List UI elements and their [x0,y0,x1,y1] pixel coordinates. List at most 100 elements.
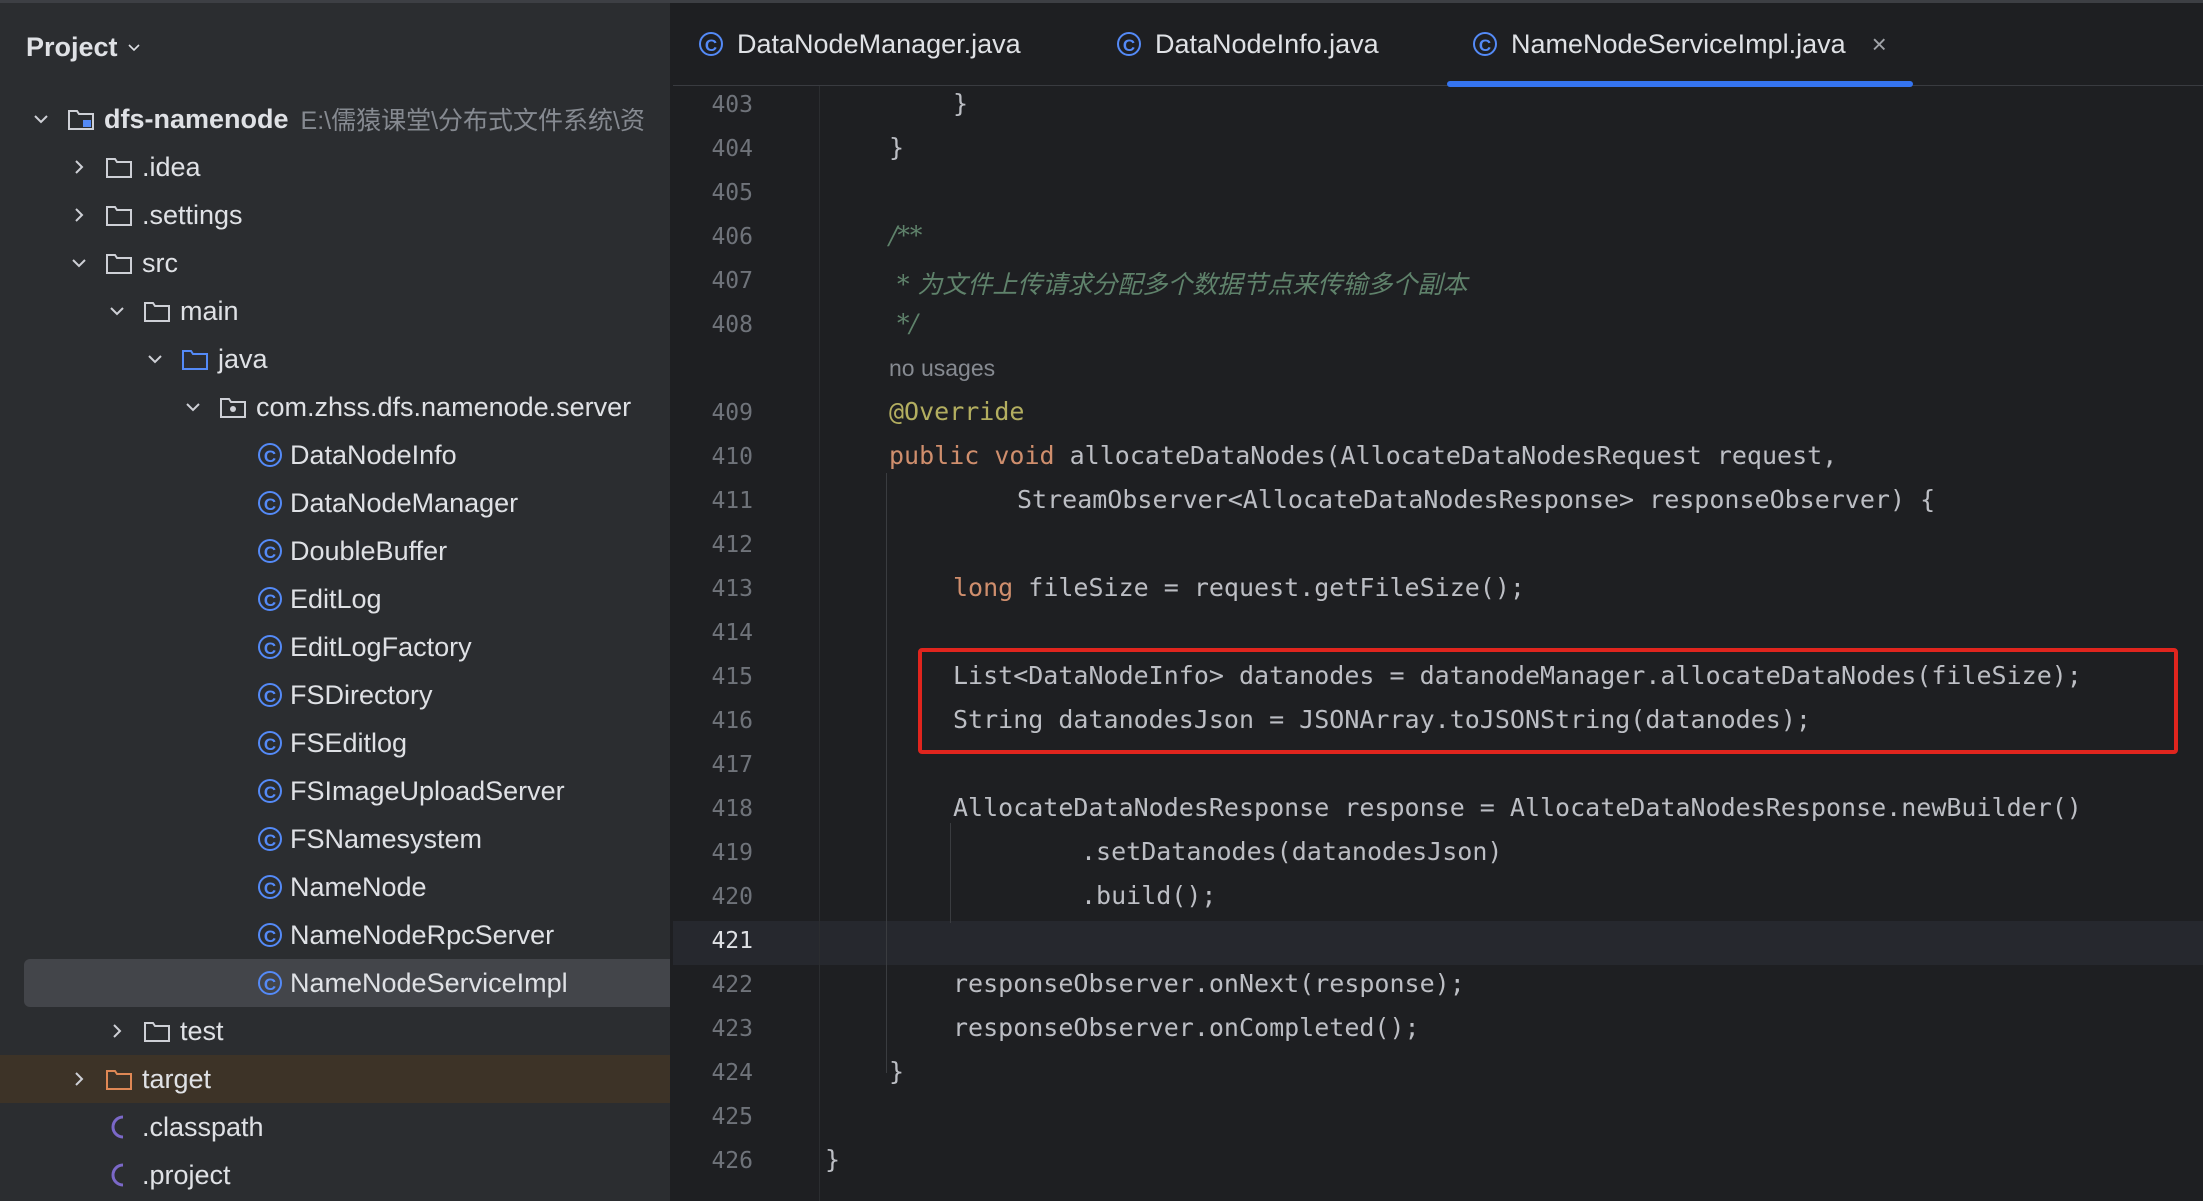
code-line[interactable]: } [889,133,904,162]
class-icon: C [258,971,282,995]
line-number: 412 [711,532,753,558]
line-number: 404 [711,136,753,162]
line-number: 424 [711,1060,753,1086]
tree-item-label: FSNamesystem [290,823,483,854]
class-icon: C [1473,32,1497,56]
tree-item-class-selected[interactable]: C NameNodeServiceImpl [0,959,670,1007]
tree-item-settings[interactable]: .settings [0,191,670,239]
class-icon: C [699,32,723,56]
line-number: 407 [711,268,753,294]
class-icon: C [1117,32,1141,56]
excluded-folder-icon [104,1066,134,1092]
tree-item-class[interactable]: C FSDirectory [0,671,670,719]
comment-line[interactable]: * 为文件上传请求分配多个数据节点来传输多个副本 [889,265,1467,301]
folder-icon [142,1018,172,1044]
code-line[interactable]: responseObserver.onCompleted(); [953,1013,1420,1042]
chevron-right-icon[interactable] [68,204,90,226]
editor-tabs: C DataNodeManager.java C DataNodeInfo.ja… [673,3,2203,87]
class-icon: C [258,587,282,611]
line-number: 409 [711,400,753,426]
tree-item-label: DataNodeManager [290,487,519,518]
line-number: 417 [711,752,753,778]
line-number: 426 [711,1148,753,1174]
class-icon: C [258,731,282,755]
tree-item-main[interactable]: main [0,287,670,335]
chevron-right-icon[interactable] [106,1020,128,1042]
tree-item-label: DoubleBuffer [290,535,448,566]
tree-item-label: target [142,1063,212,1094]
tree-item-class[interactable]: C DataNodeManager [0,479,670,527]
eclipse-file-icon [104,1162,134,1188]
close-icon[interactable]: × [1872,29,1887,60]
indent-guide [886,473,887,1073]
chevron-down-icon[interactable] [182,396,204,418]
tree-item-class[interactable]: C EditLogFactory [0,623,670,671]
class-icon: C [258,827,282,851]
line-number: 405 [711,180,753,206]
tab-datanodemanager[interactable]: C DataNodeManager.java [699,3,1021,85]
chevron-down-icon[interactable] [68,252,90,274]
class-icon: C [258,491,282,515]
comment-line[interactable]: */ [889,309,918,338]
tree-item-idea[interactable]: .idea [0,143,670,191]
line-number: 414 [711,620,753,646]
tab-label: DataNodeInfo.java [1155,28,1379,59]
line-number: 422 [711,972,753,998]
tree-item-class[interactable]: C DataNodeInfo [0,431,670,479]
module-path-hint: E:\儒猿课堂\分布式文件系统\资 [300,107,645,135]
code-line[interactable]: AllocateDataNodesResponse response = All… [953,793,2082,822]
tab-namenodeserviceimpl[interactable]: C NameNodeServiceImpl.java × [1447,3,1913,87]
eclipse-file-icon [104,1114,134,1140]
line-number-gutter: 403 404 405 406 407 408 409 410 411 412 … [673,86,819,1201]
code-line[interactable]: } [889,1057,904,1086]
method-signature-line[interactable]: public void allocateDataNodes(AllocateDa… [889,441,1837,470]
line-number: 411 [711,488,753,514]
line-number: 408 [711,312,753,338]
class-icon: C [258,923,282,947]
project-view-selector[interactable]: Project [26,27,140,67]
code-line[interactable]: } [825,1145,840,1174]
tree-item-class[interactable]: C FSImageUploadServer [0,767,670,815]
tree-item-file[interactable]: .classpath [0,1103,670,1151]
chevron-down-icon[interactable] [106,300,128,322]
tree-item-class[interactable]: C NameNodeRpcServer [0,911,670,959]
tree-item-test[interactable]: test [0,1007,670,1055]
code-line[interactable]: } [953,89,968,118]
tree-item-class[interactable]: C EditLog [0,575,670,623]
tree-item-label: .settings [142,199,243,230]
chevron-right-icon[interactable] [68,156,90,178]
tree-item-src[interactable]: src [0,239,670,287]
class-icon: C [258,683,282,707]
tree-item-class[interactable]: C FSNamesystem [0,815,670,863]
code-line[interactable]: StreamObserver<AllocateDataNodesResponse… [1017,485,1935,514]
keyword: public void [889,441,1070,470]
chevron-down-icon[interactable] [30,108,52,130]
line-number: 413 [711,576,753,602]
tree-item-dfs-namenode[interactable]: dfs-namenode E:\儒猿课堂\分布式文件系统\资 [0,95,670,143]
chevron-right-icon[interactable] [68,1068,90,1090]
code-line[interactable]: responseObserver.onNext(response); [953,969,1465,998]
no-usages-hint[interactable]: no usages [889,355,995,382]
project-title: Project [26,31,118,62]
line-number: 419 [711,840,753,866]
tree-item-class[interactable]: C FSEditlog [0,719,670,767]
tab-datanodeinfo[interactable]: C DataNodeInfo.java [1117,3,1379,85]
tree-item-target[interactable]: target [0,1055,670,1103]
folder-icon [104,154,134,180]
tree-item-java[interactable]: java [0,335,670,383]
annotation-line[interactable]: @Override [889,397,1024,426]
line-number: 418 [711,796,753,822]
tree-item-label: src [142,247,178,278]
tree-item-class[interactable]: C DoubleBuffer [0,527,670,575]
class-icon: C [258,539,282,563]
tree-item-class[interactable]: C NameNode [0,863,670,911]
chevron-down-icon[interactable] [144,348,166,370]
tree-item-package[interactable]: com.zhss.dfs.namenode.server [0,383,670,431]
indent-guide [950,823,951,923]
comment-line[interactable]: /** [889,221,922,250]
tree-item-file[interactable]: .project [0,1151,670,1199]
code-line[interactable]: .build(); [1081,881,1216,910]
tree-item-label: .idea [142,151,201,182]
code-line[interactable]: .setDatanodes(datanodesJson) [1081,837,1502,866]
code-line[interactable]: long fileSize = request.getFileSize(); [953,573,1525,602]
